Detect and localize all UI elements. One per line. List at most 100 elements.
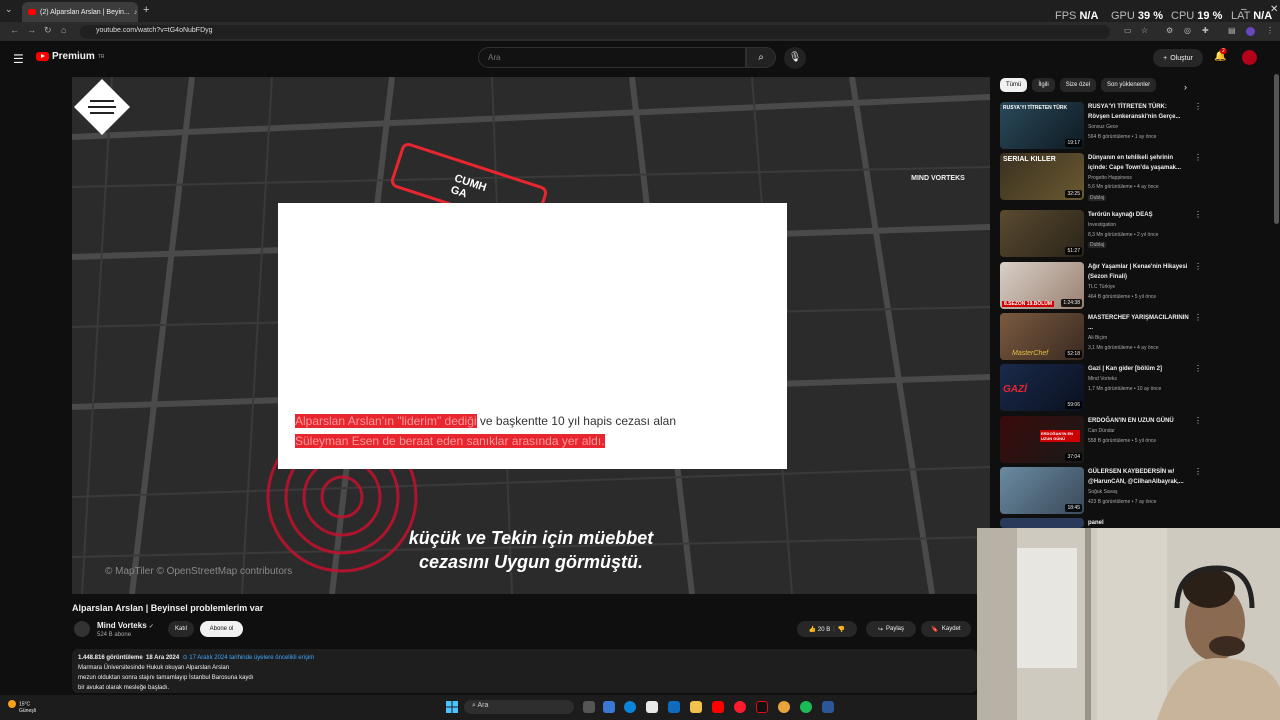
- search-button[interactable]: ⌕: [746, 47, 776, 68]
- subscribe-button[interactable]: Abone ol: [200, 621, 243, 637]
- recommendation-item[interactable]: 8.SEZON 19.BÖLÜM 1:24:38 Ağır Yaşamlar |…: [1000, 262, 1202, 310]
- more-options-icon[interactable]: ⋮: [1194, 416, 1202, 425]
- rec-title[interactable]: Terörün kaynağı DEAŞ: [1088, 210, 1190, 220]
- outlook-icon[interactable]: [668, 701, 680, 713]
- rec-title[interactable]: GÜLERSEN KAYBEDERSİN w/ @HarunCAN, @Cilh…: [1088, 467, 1190, 487]
- recommendation-item[interactable]: panel: [1000, 518, 1195, 528]
- rec-title[interactable]: Dünyanın en tehlikeli şehrinin içinde: C…: [1088, 153, 1190, 173]
- more-options-icon[interactable]: ⋮: [1194, 313, 1202, 322]
- windows-start-icon[interactable]: [446, 701, 458, 713]
- tab-search-icon[interactable]: ⌄: [5, 4, 13, 15]
- recommendation-item[interactable]: 18:45 GÜLERSEN KAYBEDERSİN w/ @HarunCAN,…: [1000, 467, 1202, 515]
- rec-channel[interactable]: Sonsuz Gece: [1088, 124, 1118, 130]
- extension-2-icon[interactable]: ◎: [1184, 26, 1191, 35]
- chrome-icon[interactable]: [778, 701, 790, 713]
- video-player[interactable]: CUMH GA Alparslan Arslan'ın "liderim" ded…: [72, 77, 990, 594]
- more-options-icon[interactable]: ⋮: [1194, 467, 1202, 476]
- rec-title[interactable]: Gazi | Kan gider [bölüm 2]: [1088, 364, 1190, 374]
- spotify-icon[interactable]: [800, 701, 812, 713]
- search-input[interactable]: Ara: [478, 47, 746, 68]
- more-options-icon[interactable]: ⋮: [1194, 364, 1202, 373]
- install-icon[interactable]: ▭: [1124, 26, 1132, 35]
- recommendation-item[interactable]: 51:27 Terörün kaynağı DEAŞ Investigation…: [1000, 210, 1202, 258]
- channel-avatar[interactable]: [74, 621, 90, 637]
- account-avatar[interactable]: [1242, 50, 1257, 65]
- save-button[interactable]: 🔖 Kaydet: [921, 621, 971, 637]
- forward-icon[interactable]: →: [27, 25, 36, 35]
- video-thumbnail[interactable]: 8.SEZON 19.BÖLÜM 1:24:38: [1000, 262, 1084, 309]
- app-icon[interactable]: [822, 701, 834, 713]
- speaker-icon[interactable]: ♪: [134, 9, 138, 16]
- video-description[interactable]: 1.448.816 görüntüleme 18 Ara 2024 ⊙ 17 A…: [72, 649, 977, 693]
- netflix-icon[interactable]: [756, 701, 768, 713]
- youtube-logo[interactable]: Premium TR: [36, 51, 104, 62]
- like-button[interactable]: 👍 20 B: [809, 626, 831, 633]
- recommendation-item[interactable]: SERIAL KILLER 32:25 Dünyanın en tehlikel…: [1000, 153, 1202, 201]
- rec-channel[interactable]: Can Dündar: [1088, 428, 1115, 434]
- notifications-bell-icon[interactable]: 🔔 2: [1214, 48, 1227, 62]
- video-thumbnail[interactable]: GAZİ 59:06: [1000, 364, 1084, 411]
- rec-channel[interactable]: Investigation: [1088, 222, 1116, 228]
- new-tab-button[interactable]: +: [143, 4, 149, 16]
- chevron-right-icon[interactable]: ›: [1184, 82, 1187, 92]
- reload-icon[interactable]: ↻: [44, 25, 52, 36]
- join-button[interactable]: Katıl: [168, 621, 194, 637]
- rec-channel[interactable]: Mind Vorteks: [1088, 376, 1117, 382]
- chip-related[interactable]: İlgili: [1032, 78, 1055, 92]
- extensions-puzzle-icon[interactable]: ✚: [1202, 26, 1209, 35]
- chip-recent[interactable]: Son yüklenenler: [1101, 78, 1157, 92]
- chip-for-you[interactable]: Size özel: [1059, 78, 1097, 92]
- video-thumbnail[interactable]: RUSYA'YI TİTRETEN TÜRK 19:17: [1000, 102, 1084, 149]
- video-thumbnail[interactable]: [1000, 518, 1084, 528]
- video-thumbnail[interactable]: 18:45: [1000, 467, 1084, 514]
- extension-icon[interactable]: ⚙: [1166, 26, 1173, 35]
- bookmark-star-icon[interactable]: ☆: [1141, 26, 1148, 35]
- voice-search-button[interactable]: 🎙: [784, 47, 806, 69]
- file-explorer-icon[interactable]: [690, 701, 702, 713]
- home-icon[interactable]: ⌂: [61, 25, 66, 35]
- rec-channel[interactable]: Progetto Happiness: [1088, 175, 1132, 181]
- recommendation-item[interactable]: RUSYA'YI TİTRETEN TÜRK 19:17 RUSYA'YI Tİ…: [1000, 102, 1202, 150]
- page-scrollbar[interactable]: [1274, 74, 1279, 224]
- share-button[interactable]: ↪ Paylaş: [866, 621, 916, 637]
- minimize-icon[interactable]: –: [1241, 4, 1247, 15]
- browser-tab-active[interactable]: (2) Alparslan Arslan | Beyin... ♪ ✕: [22, 2, 138, 22]
- recommendation-item[interactable]: ERDOĞAN'IN EN UZUN GÜNÜ 37:04 ERDOĞAN'IN…: [1000, 416, 1202, 464]
- rec-title[interactable]: Ağır Yaşamlar | Kenae'nin Hikayesi (Sezo…: [1088, 262, 1190, 282]
- url-field[interactable]: youtube.com/watch?v=tG4oNubFDyg: [80, 25, 1110, 39]
- rec-channel[interactable]: Ali Biçim: [1088, 335, 1107, 341]
- rec-title[interactable]: MASTERCHEF YARIŞMACILARININ ...: [1088, 313, 1190, 333]
- thumbs-down-icon[interactable]: 👎: [838, 626, 845, 633]
- edge-icon[interactable]: [624, 701, 636, 713]
- more-options-icon[interactable]: ⋮: [1194, 210, 1202, 219]
- channel-name[interactable]: Mind Vorteks ✓: [97, 621, 154, 630]
- rec-title[interactable]: panel: [1088, 518, 1190, 528]
- video-thumbnail[interactable]: SERIAL KILLER 32:25: [1000, 153, 1084, 200]
- video-thumbnail[interactable]: MasterChef 52:18: [1000, 313, 1084, 360]
- rec-title[interactable]: ERDOĞAN'IN EN UZUN GÜNÜ: [1088, 416, 1190, 426]
- copilot-icon[interactable]: [603, 701, 615, 713]
- more-options-icon[interactable]: ⋮: [1194, 102, 1202, 111]
- early-access-note[interactable]: ⊙ 17 Aralık 2024 tarihinde üyelere öncel…: [183, 655, 315, 661]
- weather-widget[interactable]: 15°C Güneşli: [8, 700, 36, 714]
- youtube-app-icon[interactable]: [712, 701, 724, 713]
- rec-channel[interactable]: Soğuk Savaş: [1088, 489, 1117, 495]
- taskbar-search[interactable]: ⌕ Ara: [464, 700, 574, 714]
- recommendation-item[interactable]: GAZİ 59:06 Gazi | Kan gider [bölüm 2] Mi…: [1000, 364, 1202, 412]
- video-thumbnail[interactable]: ERDOĞAN'IN EN UZUN GÜNÜ 37:04: [1000, 416, 1084, 463]
- recommendation-item[interactable]: MasterChef 52:18 MASTERCHEF YARIŞMACILAR…: [1000, 313, 1202, 361]
- create-button[interactable]: + Oluştur: [1153, 49, 1203, 67]
- rec-channel[interactable]: TLC Türkiye: [1088, 284, 1115, 290]
- rec-title[interactable]: RUSYA'YI TİTRETEN TÜRK: Rövşen Lenkerans…: [1088, 102, 1190, 122]
- chip-all[interactable]: Tümü: [1000, 78, 1028, 92]
- profile-icon[interactable]: [1246, 27, 1255, 36]
- window-close-icon[interactable]: ✕: [1270, 4, 1278, 15]
- more-options-icon[interactable]: ⋮: [1194, 262, 1202, 271]
- task-view-icon[interactable]: [583, 701, 595, 713]
- store-icon[interactable]: [646, 701, 658, 713]
- more-options-icon[interactable]: ⋮: [1194, 153, 1202, 162]
- back-icon[interactable]: ←: [10, 25, 19, 35]
- menu-hamburger-icon[interactable]: ☰: [13, 52, 24, 66]
- browser-menu-icon[interactable]: ⋮: [1266, 26, 1274, 35]
- opera-icon[interactable]: [734, 701, 746, 713]
